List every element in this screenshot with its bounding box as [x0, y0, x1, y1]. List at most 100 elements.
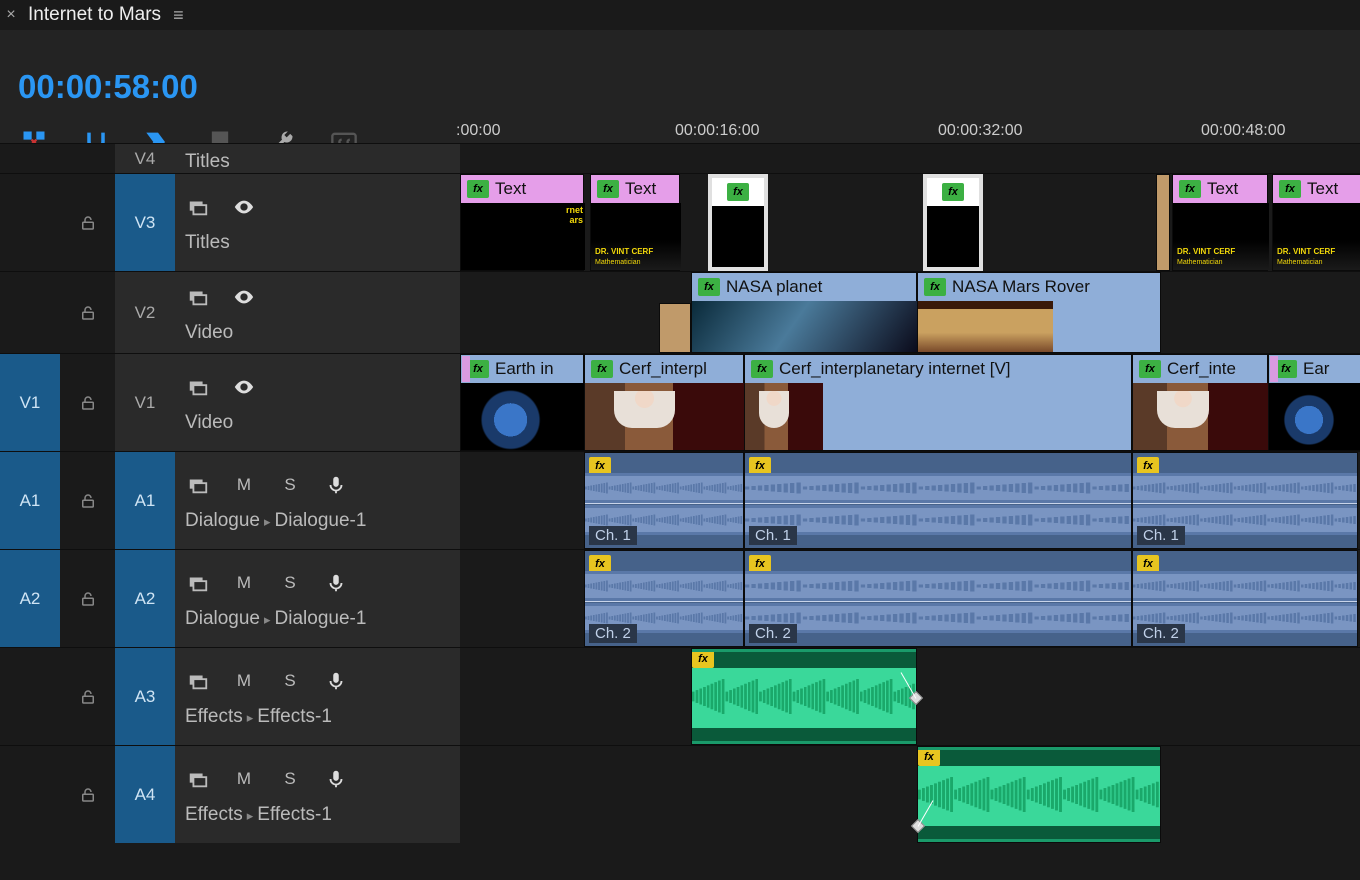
track-target[interactable]: V1	[115, 354, 175, 451]
mic-icon[interactable]	[323, 570, 349, 596]
clips-area[interactable]: fx Ch. 2 fx Ch. 2 fx Ch. 2	[460, 550, 1360, 647]
lock-toggle[interactable]	[60, 550, 115, 647]
clip[interactable]: fxNASA Mars Rover	[917, 272, 1161, 353]
channel-label: Ch. 2	[749, 624, 797, 643]
timeline-panel: × Internet to Mars ≡ 00:00:58:00	[0, 0, 1360, 880]
lock-toggle[interactable]	[60, 354, 115, 451]
source-patch[interactable]	[0, 174, 60, 271]
clip[interactable]: fxCerf_inte	[1132, 354, 1268, 451]
clip-label: Earth in	[495, 359, 554, 379]
clip[interactable]: fxEar	[1268, 354, 1360, 451]
audio-clip[interactable]: fx	[917, 746, 1161, 843]
track-target[interactable]: V2	[115, 272, 175, 353]
source-patch[interactable]	[0, 648, 60, 745]
source-patch[interactable]: V1	[0, 354, 60, 451]
track-header: Video	[175, 354, 460, 451]
sync-lock-icon[interactable]	[185, 766, 211, 792]
sync-lock-icon[interactable]	[185, 374, 211, 400]
mute-button[interactable]: M	[231, 769, 257, 789]
clips-area[interactable]: fxEarth in fxCerf_interpl fxCerf_interpl…	[460, 354, 1360, 451]
mic-icon[interactable]	[323, 668, 349, 694]
eye-icon[interactable]	[231, 374, 257, 400]
clip[interactable]: fxText	[460, 174, 584, 271]
track-target[interactable]: A1	[115, 452, 175, 549]
lock-toggle[interactable]	[60, 746, 115, 843]
mute-button[interactable]: M	[231, 475, 257, 495]
panel-menu-icon[interactable]: ≡	[167, 5, 190, 26]
playhead-timecode[interactable]: 00:00:58:00	[18, 68, 198, 106]
fx-badge-icon: fx	[1139, 360, 1161, 378]
timeline-header: 00:00:58:00 :00:00 00:00:16:00	[0, 30, 1360, 143]
clip[interactable]: fx NASA planet	[691, 272, 917, 353]
clip[interactable]: fxCerf_interplanetary internet [V]	[744, 354, 1132, 451]
audio-clip[interactable]: fx Ch. 1	[744, 452, 1132, 549]
source-patch[interactable]: A2	[0, 550, 60, 647]
track-label: Titles	[185, 151, 450, 173]
track-header: Titles	[175, 144, 460, 173]
channel-label: Ch. 1	[589, 526, 637, 545]
sequence-title[interactable]: Internet to Mars	[22, 4, 167, 26]
track-target[interactable]: A4	[115, 746, 175, 843]
clips-area[interactable]: fx	[460, 746, 1360, 843]
clip[interactable]: fxText	[1272, 174, 1360, 271]
clip[interactable]: fxText	[590, 174, 680, 271]
mute-button[interactable]: M	[231, 573, 257, 593]
clips-area[interactable]: fx	[460, 648, 1360, 745]
eye-icon[interactable]	[231, 194, 257, 220]
lock-toggle[interactable]	[60, 174, 115, 271]
audio-clip[interactable]: fx Ch. 2	[1132, 550, 1358, 647]
mic-icon[interactable]	[323, 472, 349, 498]
source-patch[interactable]	[0, 746, 60, 843]
track-target[interactable]: V4	[115, 144, 175, 173]
track-header: Titles	[175, 174, 460, 271]
clips-area[interactable]: fx NASA planet fxNASA Mars Rover	[460, 272, 1360, 353]
source-patch[interactable]	[0, 272, 60, 353]
source-patch[interactable]	[0, 144, 60, 173]
audio-clip[interactable]: fx Ch. 1	[1132, 452, 1358, 549]
clip-label: Text	[625, 179, 656, 199]
sync-lock-icon[interactable]	[185, 284, 211, 310]
fx-badge-icon: fx	[1279, 180, 1301, 198]
lock-toggle[interactable]	[60, 144, 115, 173]
clips-area[interactable]	[460, 144, 1360, 173]
track-target[interactable]: A3	[115, 648, 175, 745]
solo-button[interactable]: S	[277, 769, 303, 789]
clip[interactable]: fx	[708, 174, 768, 271]
lock-toggle[interactable]	[60, 272, 115, 353]
mic-icon[interactable]	[323, 766, 349, 792]
sync-lock-icon[interactable]	[185, 668, 211, 694]
clip[interactable]: fxText	[1172, 174, 1268, 271]
close-icon[interactable]: ×	[0, 6, 22, 24]
clip[interactable]	[659, 303, 691, 353]
lock-toggle[interactable]	[60, 648, 115, 745]
audio-clip[interactable]: fx Ch. 1	[584, 452, 744, 549]
clip[interactable]: fx	[923, 174, 983, 271]
sync-lock-icon[interactable]	[185, 194, 211, 220]
track-target[interactable]: A2	[115, 550, 175, 647]
source-patch[interactable]: A1	[0, 452, 60, 549]
solo-button[interactable]: S	[277, 671, 303, 691]
clip-label: NASA planet	[726, 277, 822, 297]
track-v3: V3 Titles fxText fxText fxfxfxText fxTe	[0, 173, 1360, 271]
sync-lock-icon[interactable]	[185, 472, 211, 498]
eye-icon[interactable]	[231, 284, 257, 310]
fx-badge-icon: fx	[467, 180, 489, 198]
clip[interactable]: fxCerf_interpl	[584, 354, 744, 451]
ruler-label: 00:00:16:00	[675, 122, 760, 140]
lock-toggle[interactable]	[60, 452, 115, 549]
solo-button[interactable]: S	[277, 475, 303, 495]
channel-label: Ch. 2	[1137, 624, 1185, 643]
fx-badge-icon: fx	[698, 278, 720, 296]
sync-lock-icon[interactable]	[185, 570, 211, 596]
solo-button[interactable]: S	[277, 573, 303, 593]
mute-button[interactable]: M	[231, 671, 257, 691]
track-target[interactable]: V3	[115, 174, 175, 271]
clip[interactable]	[1156, 174, 1170, 271]
clips-area[interactable]: fx Ch. 1 fx Ch. 1 fx Ch. 1	[460, 452, 1360, 549]
clips-area[interactable]: fxText fxText fxfxfxText fxText	[460, 174, 1360, 271]
audio-clip[interactable]: fx	[691, 648, 917, 745]
audio-clip[interactable]: fx Ch. 2	[744, 550, 1132, 647]
clip[interactable]: fxEarth in	[460, 354, 584, 451]
channel-label: Ch. 1	[1137, 526, 1185, 545]
audio-clip[interactable]: fx Ch. 2	[584, 550, 744, 647]
